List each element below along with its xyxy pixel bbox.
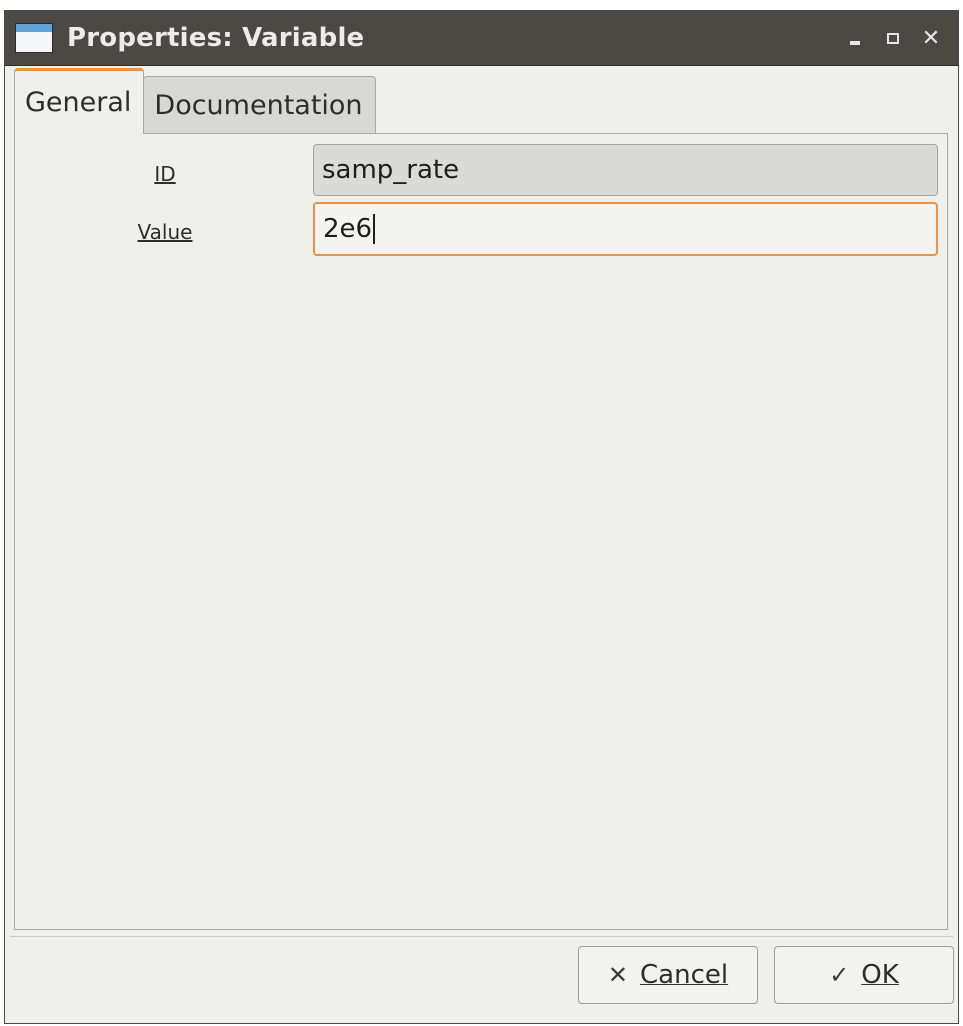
cancel-icon: ✕ [607,961,628,989]
maximize-icon[interactable] [874,20,912,56]
tab-documentation[interactable]: Documentation [143,76,376,134]
window-controls: ✕ [836,11,950,65]
value-field-text: 2e6 [323,214,373,244]
cancel-button-label: Cancel [640,960,729,990]
id-field[interactable]: samp_rate [313,144,938,196]
title-bar[interactable]: Properties: Variable ✕ [5,11,958,66]
window-title: Properties: Variable [67,23,365,53]
tab-bar: General Documentation [14,68,376,134]
tab-documentation-label: Documentation [154,90,363,121]
id-field-value: samp_rate [322,155,460,185]
value-label: Value [137,220,193,244]
ok-button[interactable]: ✓ OK [774,946,954,1004]
close-icon[interactable]: ✕ [912,20,950,56]
tab-general-label: General [25,87,132,118]
ok-button-label: OK [861,960,899,990]
tab-general[interactable]: General [14,68,145,134]
window-icon [15,23,53,53]
footer-separator [10,936,953,937]
id-label: ID [154,162,176,186]
general-panel: ID samp_rate Value 2e6 [14,133,948,930]
minimize-icon[interactable] [836,20,874,56]
value-field[interactable]: 2e6 [313,202,938,256]
checkmark-icon: ✓ [829,961,850,989]
cancel-button[interactable]: ✕ Cancel [578,946,758,1004]
text-caret [373,214,376,244]
